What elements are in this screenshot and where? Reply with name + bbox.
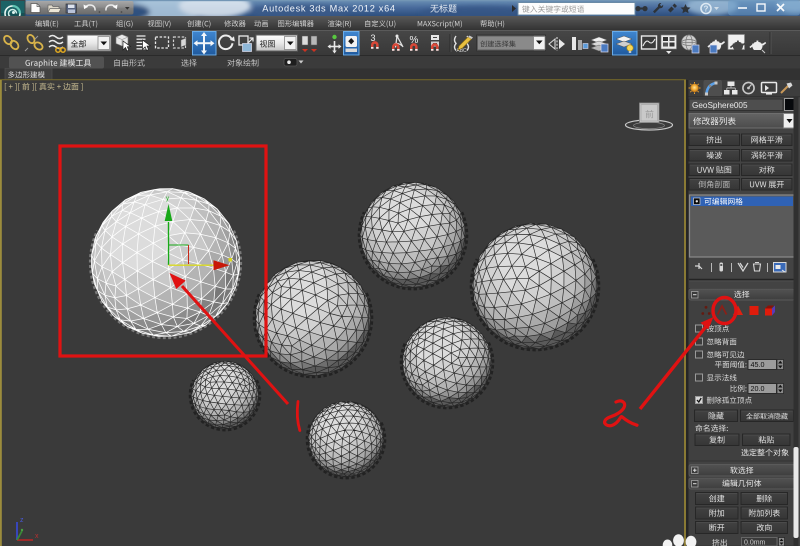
svg-text:45.0: 45.0 [751,360,765,369]
svg-text:x: x [35,533,39,540]
svg-text:GeoSphere005: GeoSphere005 [692,101,748,110]
svg-text:?: ? [704,5,709,14]
svg-text:ABC: ABC [456,48,467,54]
svg-text:y: y [166,196,169,202]
svg-text:20.0: 20.0 [751,384,765,393]
svg-text:0.0mm: 0.0mm [744,540,766,546]
svg-text:Autodesk 3ds Max 2012 x64: Autodesk 3ds Max 2012 x64 [262,4,395,14]
svg-text:z: z [20,517,24,524]
